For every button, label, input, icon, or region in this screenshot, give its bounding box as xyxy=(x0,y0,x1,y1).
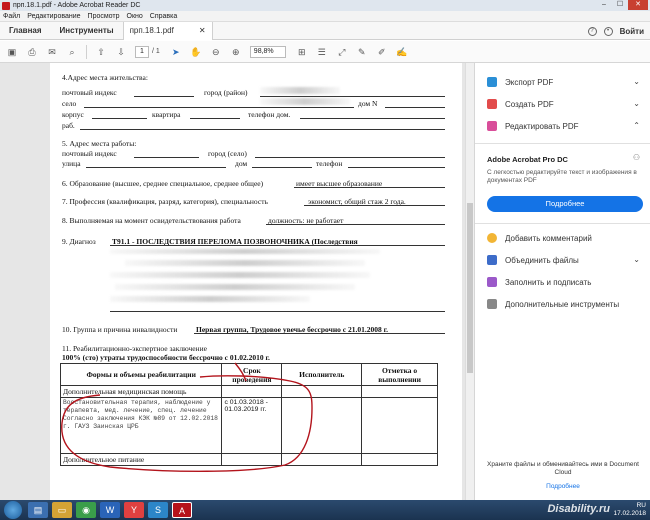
tab-tools[interactable]: Инструменты xyxy=(51,22,123,40)
word-icon[interactable]: W xyxy=(100,502,120,518)
combine-files-icon xyxy=(487,255,497,265)
add-comment-tool[interactable]: Добавить комментарий xyxy=(487,233,592,243)
save-icon[interactable]: ▣ xyxy=(6,46,18,58)
tools-panel: Экспорт PDF ⌄ Создать PDF ⌄ Редактироват… xyxy=(474,63,650,500)
edit-pdf-label: Редактировать PDF xyxy=(505,121,579,131)
pro-title: Adobe Acrobat Pro DC xyxy=(487,155,568,164)
more-tools-label: Дополнительные инструменты xyxy=(505,299,620,309)
chrome-icon[interactable]: ◉ xyxy=(76,502,96,518)
page-number-input[interactable]: 1 xyxy=(135,45,149,58)
search-icon[interactable]: ⌕ xyxy=(66,46,78,58)
next-page-icon[interactable]: ⇩ xyxy=(115,46,127,58)
edit-pdf-tool[interactable]: Редактировать PDF xyxy=(487,121,578,131)
folder-icon[interactable]: ▭ xyxy=(52,502,72,518)
language-indicator[interactable]: RU xyxy=(613,502,646,510)
acrobat-taskbar-icon[interactable]: A xyxy=(172,502,192,518)
explorer-icon[interactable]: ▤ xyxy=(28,502,48,518)
menu-edit[interactable]: Редактирование xyxy=(27,13,80,20)
print-icon[interactable]: ⎙ xyxy=(26,46,38,58)
cloud-promo-text: Храните файлы и обменивайтесь ими в Docu… xyxy=(487,461,639,476)
tray-date: 17.02.2018 xyxy=(613,510,646,517)
zoom-level-select[interactable]: 98,8% xyxy=(249,45,286,58)
window-controls: – ☐ ✕ xyxy=(596,0,648,10)
tab-document[interactable]: прп.18.1.pdf ✕ xyxy=(122,21,213,40)
menu-bar: Файл Редактирование Просмотр Окно Справк… xyxy=(0,11,650,22)
comment-icon[interactable]: ✎ xyxy=(356,46,368,58)
fit-page-icon[interactable]: ⊞ xyxy=(296,46,308,58)
export-pdf-tool[interactable]: Экспорт PDF xyxy=(487,77,553,87)
chevron-up-icon[interactable]: ⌃ xyxy=(633,121,640,130)
share-icon[interactable]: ⚇ xyxy=(633,153,640,162)
page-count: / 1 xyxy=(152,48,160,55)
window-title: прп.18.1.pdf - Adobe Acrobat Reader DC xyxy=(13,2,141,9)
panel-divider xyxy=(475,223,650,224)
chevron-down-icon[interactable]: ⌄ xyxy=(633,255,640,264)
create-pdf-icon xyxy=(487,99,497,109)
hand-tool-icon[interactable]: ✋ xyxy=(190,46,202,58)
yandex-icon[interactable]: Y xyxy=(124,502,144,518)
menu-window[interactable]: Окно xyxy=(127,13,143,20)
chevron-down-icon[interactable]: ⌄ xyxy=(633,77,640,86)
toolbar: ▣ ⎙ ✉ ⌕ ⇧ ⇩ 1 / 1 ➤ ✋ ⊖ ⊕ 98,8% ⊞ ☰ ⤢ ✎ … xyxy=(0,41,650,63)
email-icon[interactable]: ✉ xyxy=(46,46,58,58)
highlight-icon[interactable]: ✐ xyxy=(376,46,388,58)
panel-divider xyxy=(475,143,650,144)
pro-description: С легкостью редактируйте текст и изображ… xyxy=(487,169,637,184)
login-button[interactable]: Войти xyxy=(620,27,644,36)
start-button-icon[interactable] xyxy=(4,501,22,519)
help-icon[interactable]: ? xyxy=(587,26,597,36)
more-tools[interactable]: Дополнительные инструменты xyxy=(487,299,619,309)
create-pdf-tool[interactable]: Создать PDF xyxy=(487,99,554,109)
red-ink-stroke xyxy=(234,362,247,382)
site-watermark: Disability.ru xyxy=(547,503,610,515)
maximize-icon[interactable]: ☐ xyxy=(612,0,628,10)
document-viewport[interactable]: 4.Адрес места жительства: почтовый индек… xyxy=(0,63,474,500)
red-ink-stroke xyxy=(61,375,313,472)
toolbar-divider xyxy=(86,44,87,59)
vertical-scrollbar[interactable] xyxy=(465,63,474,500)
combine-files-tool[interactable]: Объединить файлы xyxy=(487,255,579,265)
export-pdf-label: Экспорт PDF xyxy=(505,77,554,87)
chevron-down-icon[interactable]: ⌄ xyxy=(633,99,640,108)
fill-sign-label: Заполнить и подписать xyxy=(505,277,592,287)
red-ink-annotation xyxy=(61,362,313,472)
fill-sign-tool[interactable]: Заполнить и подписать xyxy=(487,277,591,287)
sign-icon[interactable]: ✍ xyxy=(396,46,408,58)
learn-more-button[interactable]: Подробнее xyxy=(487,196,643,212)
close-tab-icon[interactable]: ✕ xyxy=(199,22,206,40)
zoom-in-icon[interactable]: ⊕ xyxy=(230,46,242,58)
window-titlebar: прп.18.1.pdf - Adobe Acrobat Reader DC –… xyxy=(0,0,650,11)
skype-icon[interactable]: S xyxy=(148,502,168,518)
fill-sign-icon xyxy=(487,277,497,287)
edit-pdf-icon xyxy=(487,121,497,131)
tab-home[interactable]: Главная xyxy=(0,22,51,40)
more-tools-icon xyxy=(487,299,497,309)
scroll-mode-icon[interactable]: ☰ xyxy=(316,46,328,58)
zoom-out-icon[interactable]: ⊖ xyxy=(210,46,222,58)
notifications-icon[interactable]: • xyxy=(603,26,613,36)
menu-help[interactable]: Справка xyxy=(150,13,177,20)
pdf-page: 4.Адрес места жительства: почтовый индек… xyxy=(50,63,462,500)
create-pdf-label: Создать PDF xyxy=(505,99,554,109)
tab-bar: Главная Инструменты прп.18.1.pdf ✕ ? • В… xyxy=(0,21,650,40)
fullscreen-icon[interactable]: ⤢ xyxy=(336,46,348,58)
export-pdf-icon xyxy=(487,77,497,87)
close-icon[interactable]: ✕ xyxy=(628,0,648,10)
minimize-icon[interactable]: – xyxy=(596,0,612,10)
menu-file[interactable]: Файл xyxy=(3,13,20,20)
menu-view[interactable]: Просмотр xyxy=(88,13,120,20)
add-comment-label: Добавить комментарий xyxy=(505,233,592,243)
acrobat-app-icon xyxy=(2,1,10,10)
scrollbar-thumb[interactable] xyxy=(467,203,473,373)
windows-taskbar: ▤ ▭ ◉ W Y S A Disability.ru RU 17.02.201… xyxy=(0,500,650,520)
previous-page-icon[interactable]: ⇧ xyxy=(95,46,107,58)
tab-document-label: прп.18.1.pdf xyxy=(129,25,174,35)
select-cursor-icon[interactable]: ➤ xyxy=(170,46,182,58)
tabbar-right: ? • Войти xyxy=(587,22,644,40)
comment-bubble-icon xyxy=(487,233,497,243)
system-tray: RU 17.02.2018 xyxy=(613,502,646,518)
combine-files-label: Объединить файлы xyxy=(505,255,579,265)
cloud-learn-more-link[interactable]: Подробнее xyxy=(483,483,643,490)
